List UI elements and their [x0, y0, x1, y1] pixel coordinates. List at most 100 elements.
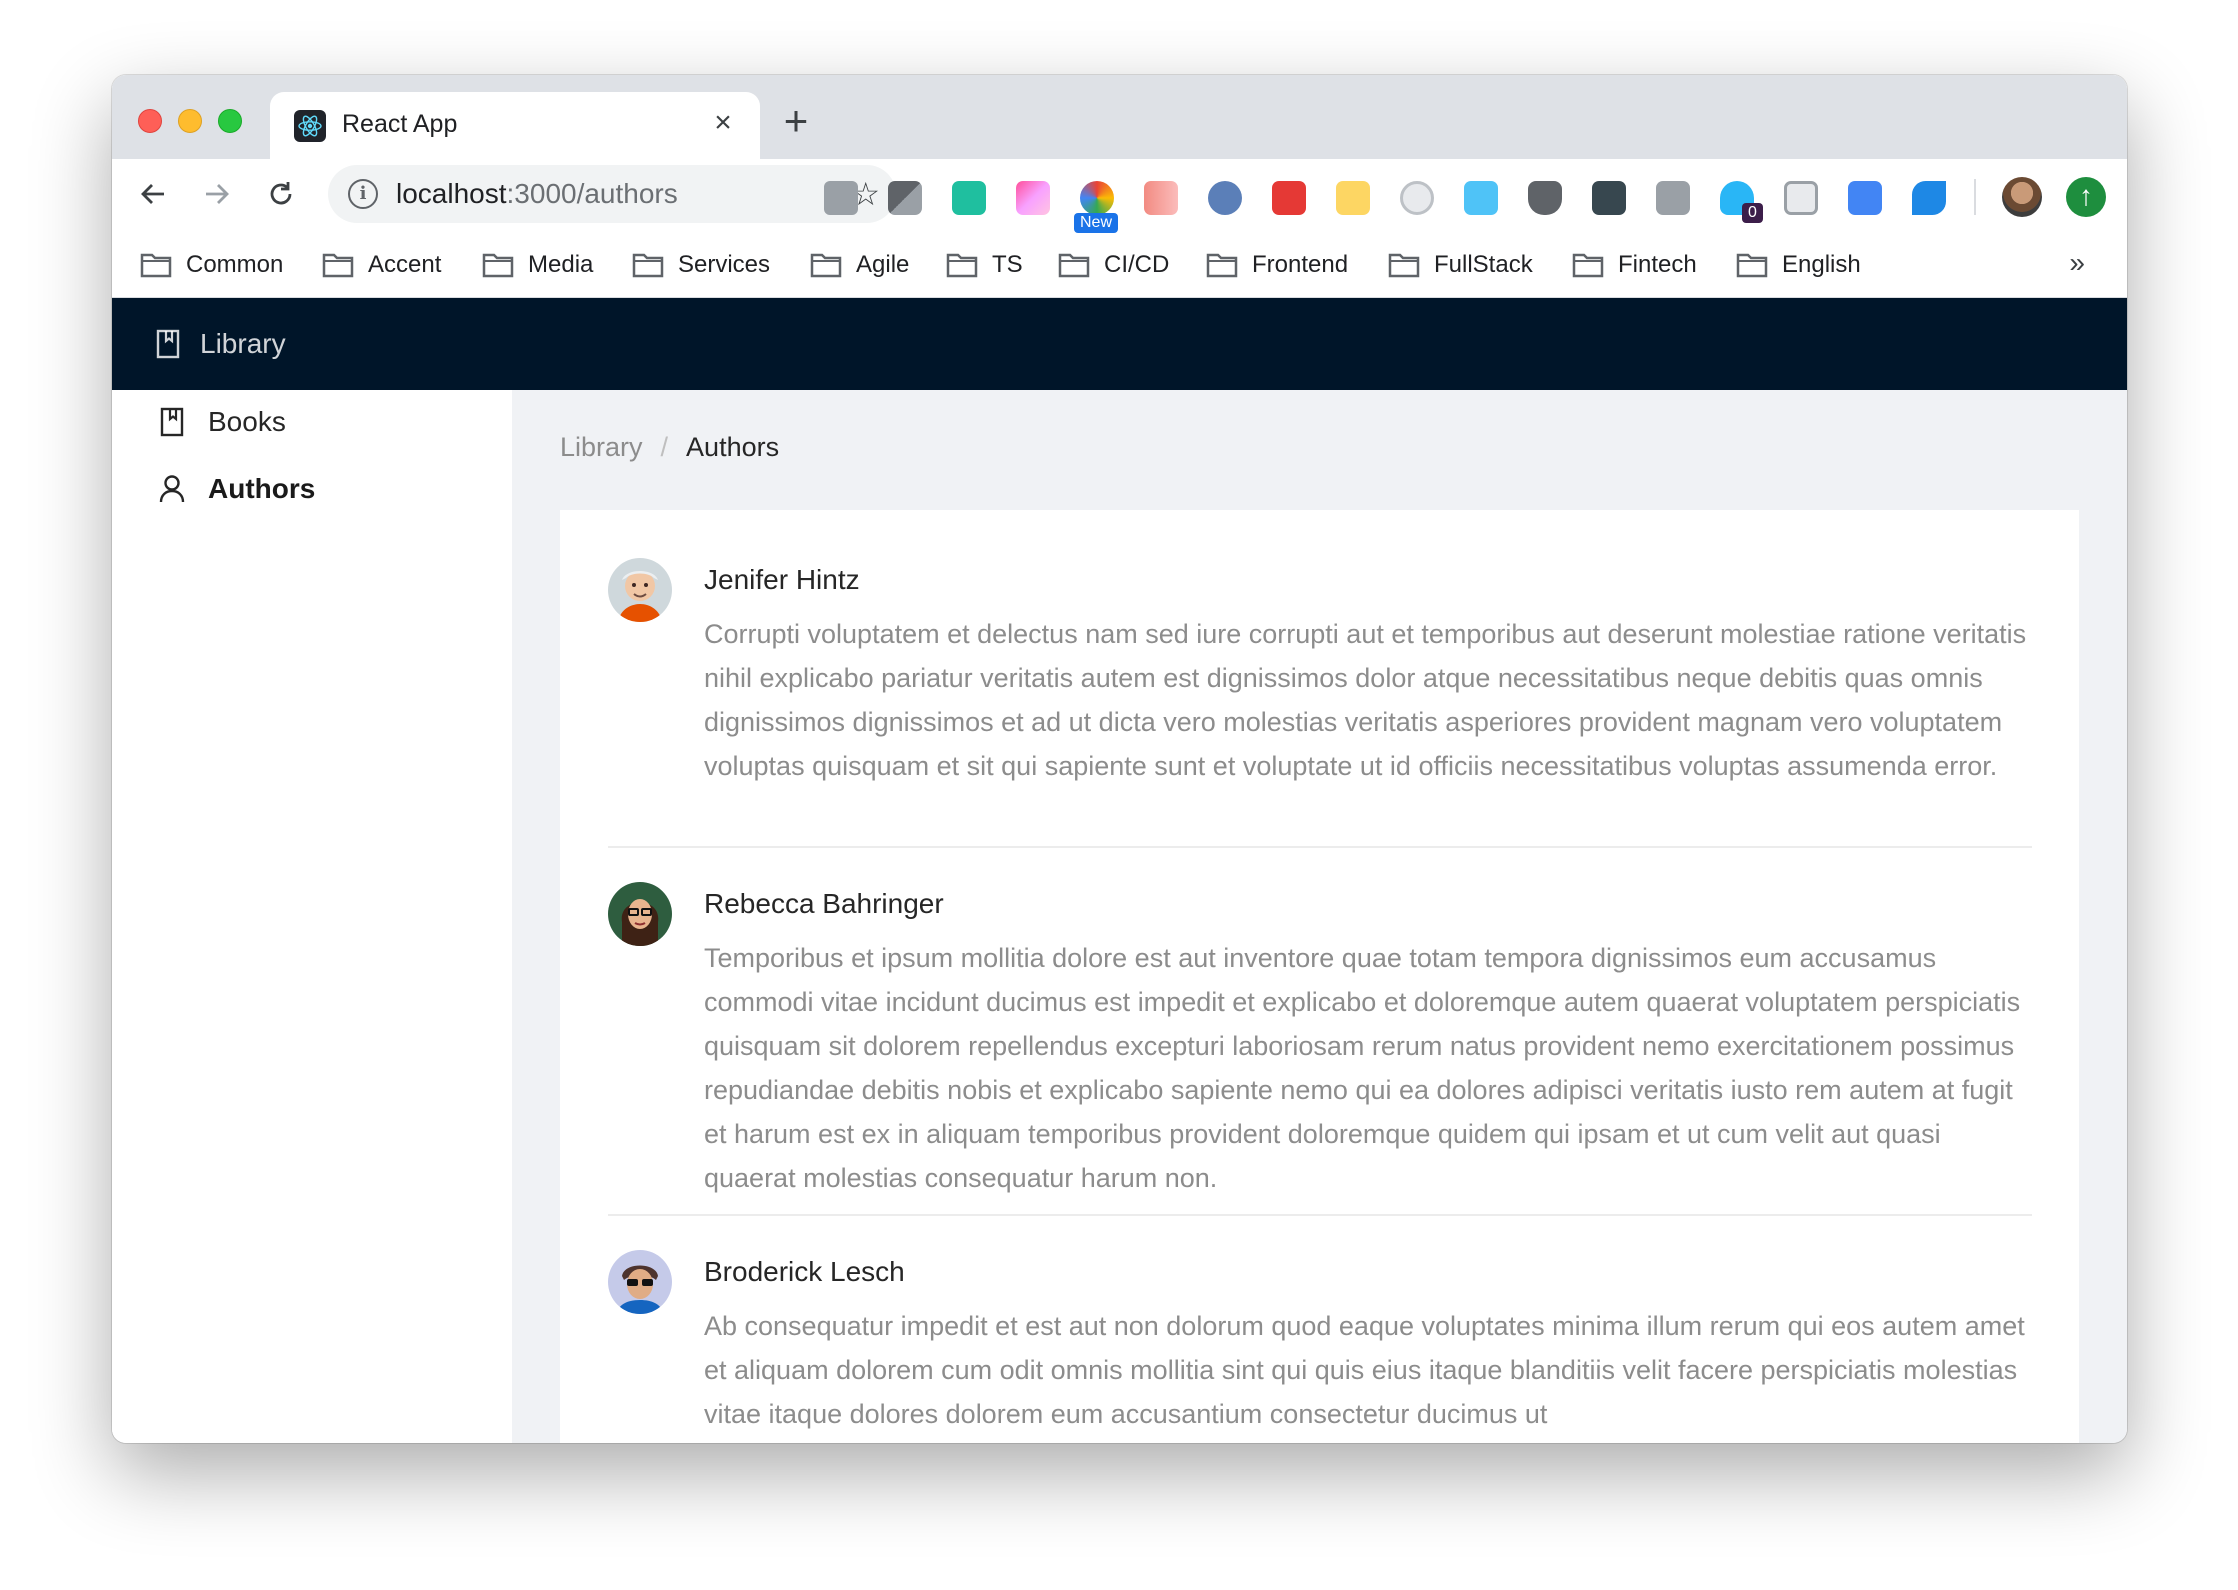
avatar — [608, 558, 672, 622]
bookmark-folder-services[interactable]: Services — [632, 247, 770, 283]
book-icon — [156, 329, 180, 359]
bookmark-folder-fintech[interactable]: Fintech — [1572, 247, 1697, 283]
bookmark-folder-cicd[interactable]: CI/CD — [1058, 247, 1169, 283]
url-path: :3000/authors — [506, 178, 678, 209]
header-brand[interactable]: Library — [156, 328, 286, 360]
bookmark-label: TS — [992, 251, 1023, 278]
bookmark-folder-ts[interactable]: TS — [946, 247, 1023, 283]
bookmark-folder-agile[interactable]: Agile — [810, 247, 909, 283]
bookmark-folder-english[interactable]: English — [1736, 247, 1861, 283]
bookmarks-overflow-button[interactable]: » — [2069, 247, 2085, 279]
chat-extension-icon[interactable] — [1656, 181, 1690, 215]
react-devtools-extension-icon[interactable] — [1272, 181, 1306, 215]
authors-list: Jenifer Hintz Corrupti voluptatem et del… — [560, 510, 2079, 1443]
folder-icon — [946, 253, 978, 278]
reload-icon — [270, 182, 292, 205]
counter-badge: 0 — [1742, 203, 1763, 223]
bookmark-label: CI/CD — [1104, 251, 1170, 278]
sidebar-item-label: Books — [208, 406, 286, 437]
x-extension-icon[interactable] — [1592, 181, 1626, 215]
breadcrumb-separator: / — [660, 432, 669, 462]
bookmark-folder-fullstack[interactable]: FullStack — [1388, 247, 1533, 283]
hexagon-extension-icon[interactable] — [1784, 181, 1818, 215]
author-bio: Ab consequatur impedit et est aut non do… — [704, 1311, 2025, 1429]
maximize-window-button[interactable] — [218, 109, 242, 133]
folder-icon — [1388, 253, 1420, 278]
folder-icon — [632, 253, 664, 278]
breadcrumb-library-link[interactable]: Library — [560, 432, 643, 463]
minimize-window-button[interactable] — [178, 109, 202, 133]
profile-avatar[interactable] — [2002, 177, 2042, 217]
video-extension-icon[interactable] — [1144, 181, 1178, 215]
avatar — [608, 1250, 672, 1314]
sidebar-item-label: Authors — [208, 473, 316, 504]
url-host: localhost — [396, 178, 507, 209]
avatar — [608, 882, 672, 946]
list-item: Broderick Lesch Ab consequatur impedit e… — [608, 1250, 2032, 1443]
close-window-button[interactable] — [138, 109, 162, 133]
bookmark-label: FullStack — [1434, 251, 1533, 278]
bookmark-folder-frontend[interactable]: Frontend — [1206, 247, 1348, 283]
eyedropper-extension-icon[interactable] — [888, 181, 922, 215]
header-title: Library — [200, 328, 286, 359]
google-translate-extension-icon[interactable] — [1848, 181, 1882, 215]
list-item: Jenifer Hintz Corrupti voluptatem et del… — [608, 558, 2032, 848]
update-icon[interactable]: ↑ — [2066, 177, 2106, 217]
bookmark-label: Frontend — [1252, 251, 1349, 278]
bookmark-folder-accent[interactable]: Accent — [322, 247, 441, 283]
bookmark-folder-media[interactable]: Media — [482, 247, 593, 283]
list-item: Rebecca Bahringer Temporibus et ipsum mo… — [608, 882, 2032, 1216]
author-name[interactable]: Rebecca Bahringer — [704, 888, 944, 920]
globe-extension-icon[interactable] — [1208, 181, 1242, 215]
book-icon — [158, 407, 186, 437]
folder-icon — [1736, 253, 1768, 278]
new-tab-button[interactable]: + — [774, 100, 818, 145]
code-extension-icon[interactable] — [1336, 181, 1370, 215]
browser-chrome: React App × + i localhost:3000/authors ☆ — [112, 75, 2127, 298]
browser-window: React App × + i localhost:3000/authors ☆ — [112, 75, 2127, 1443]
breadcrumb: Library / Authors — [560, 432, 779, 463]
new-badge: New — [1074, 213, 1119, 233]
target-extension-icon[interactable] — [1400, 181, 1434, 215]
gradient-extension-icon[interactable] — [1016, 181, 1050, 215]
camera-extension-icon[interactable] — [824, 181, 858, 215]
folder-icon — [1572, 253, 1604, 278]
app-header: Library — [112, 298, 2127, 390]
feather-extension-icon[interactable] — [1912, 181, 1946, 215]
tab-strip: React App × + — [112, 75, 2127, 159]
main-content: Library / Authors Jenifer Hintz Corrupti… — [512, 390, 2127, 1443]
info-icon[interactable]: i — [348, 179, 378, 209]
bookmark-label: Services — [678, 251, 771, 278]
bookmark-folder-common[interactable]: Common — [140, 247, 283, 283]
sidebar-item-authors[interactable]: Authors — [112, 457, 512, 521]
author-name[interactable]: Jenifer Hintz — [704, 564, 860, 596]
app-layout: Library Books Authors Library / Authors … — [112, 298, 2127, 1443]
address-bar[interactable]: i localhost:3000/authors ☆ — [328, 165, 896, 223]
back-button[interactable] — [130, 171, 176, 217]
toolbar-separator — [1974, 179, 1976, 215]
bookmark-label: Common — [186, 251, 284, 278]
browser-tab[interactable]: React App × — [270, 92, 760, 159]
url-text: localhost:3000/authors — [396, 178, 678, 210]
forward-button[interactable] — [194, 171, 240, 217]
arrow-left-icon — [141, 184, 164, 204]
tab-close-button[interactable]: × — [706, 106, 740, 140]
tab-title: React App — [342, 110, 458, 138]
reload-button[interactable] — [258, 171, 304, 217]
bookmarks-bar: Common Accent Media Services Agile TS CI… — [112, 233, 2127, 298]
arrow-right-icon — [206, 184, 229, 204]
browser-toolbar: i localhost:3000/authors ☆ New 0 ↑ — [112, 159, 2127, 233]
author-name[interactable]: Broderick Lesch — [704, 1256, 905, 1288]
window-extension-icon[interactable] — [1464, 181, 1498, 215]
bookmark-label: Media — [528, 251, 594, 278]
author-bio: Temporibus et ipsum mollitia dolore est … — [704, 943, 2021, 1193]
sidebar-item-books[interactable]: Books — [112, 390, 512, 454]
user-icon — [158, 474, 186, 504]
breadcrumb-current: Authors — [686, 432, 780, 462]
refresh-extension-icon[interactable] — [952, 181, 986, 215]
react-icon — [294, 110, 326, 142]
pocket-extension-icon[interactable] — [1528, 181, 1562, 215]
sidebar: Books Authors — [112, 390, 512, 1443]
bookmark-label: Agile — [856, 251, 910, 278]
color-picker-extension-icon[interactable] — [1080, 181, 1114, 215]
